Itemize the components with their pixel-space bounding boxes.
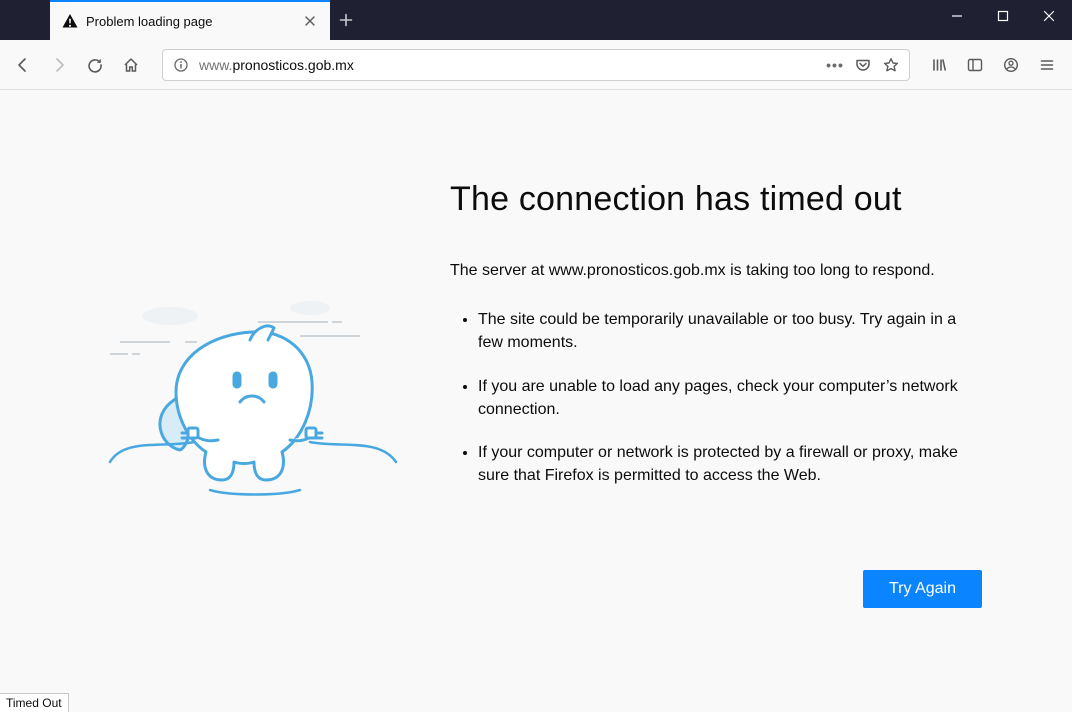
new-tab-button[interactable] (330, 0, 362, 40)
window-minimize-button[interactable] (934, 0, 980, 32)
account-button[interactable] (994, 48, 1028, 82)
warning-icon (62, 13, 78, 29)
window-maximize-button[interactable] (980, 0, 1026, 32)
error-tip: If you are unable to load any pages, che… (478, 375, 982, 421)
back-button[interactable] (6, 48, 40, 82)
error-text: The connection has timed out The server … (450, 180, 982, 530)
tab-title: Problem loading page (86, 14, 212, 29)
error-description: The server at www.pronosticos.gob.mx is … (450, 259, 982, 282)
url-prefix: www. (199, 57, 232, 73)
sidebar-button[interactable] (958, 48, 992, 82)
home-button[interactable] (114, 48, 148, 82)
nav-toolbar: www.pronosticos.gob.mx ••• (0, 40, 1072, 90)
error-button-row: Try Again (0, 530, 1072, 608)
error-tip: If your computer or network is protected… (478, 441, 982, 487)
app-menu-button[interactable] (1030, 48, 1064, 82)
error-page: The connection has timed out The server … (0, 90, 1072, 530)
pocket-button[interactable] (849, 51, 877, 79)
reload-button[interactable] (78, 48, 112, 82)
page-actions-button[interactable]: ••• (821, 51, 849, 79)
tab-active[interactable]: Problem loading page (50, 0, 330, 40)
error-title: The connection has timed out (450, 180, 982, 219)
ellipsis-icon: ••• (826, 57, 844, 73)
window-close-button[interactable] (1026, 0, 1072, 32)
try-again-button[interactable]: Try Again (863, 570, 982, 608)
tab-strip: Problem loading page (50, 0, 362, 40)
library-button[interactable] (922, 48, 956, 82)
bookmark-star-button[interactable] (877, 51, 905, 79)
content-area: The connection has timed out The server … (0, 90, 1072, 712)
error-illustration (90, 180, 410, 530)
titlebar: Problem loading page (0, 0, 1072, 40)
url-text[interactable]: www.pronosticos.gob.mx (195, 57, 821, 73)
window-controls (934, 0, 1072, 40)
error-tip: The site could be temporarily unavailabl… (478, 308, 982, 354)
url-host: pronosticos.gob.mx (232, 57, 353, 73)
tab-close-button[interactable] (302, 13, 318, 29)
site-identity-icon[interactable] (167, 51, 195, 79)
status-bar: Timed Out (0, 693, 69, 712)
error-tip-list: The site could be temporarily unavailabl… (450, 308, 982, 487)
forward-button[interactable] (42, 48, 76, 82)
toolbar-right (922, 48, 1066, 82)
url-bar[interactable]: www.pronosticos.gob.mx ••• (162, 49, 910, 81)
